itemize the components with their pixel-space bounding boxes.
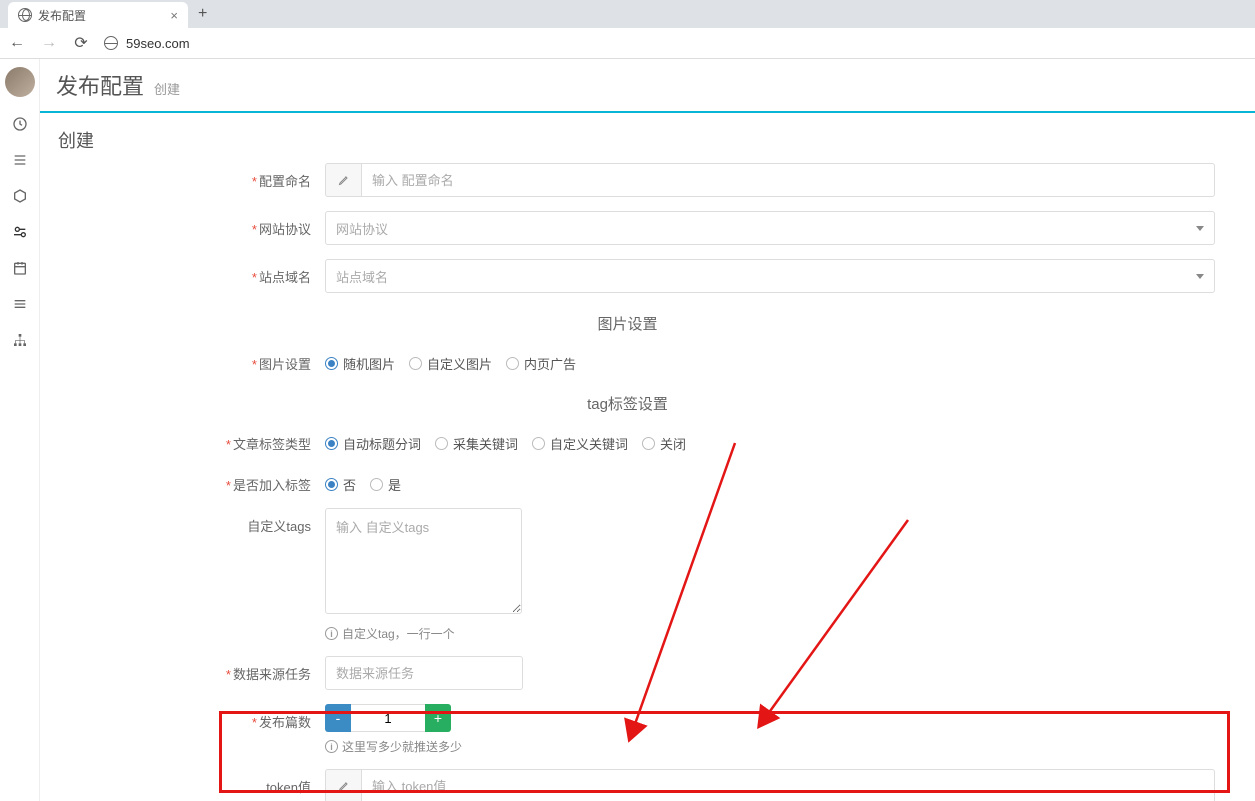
label-site-domain: 站点域名 <box>259 270 311 285</box>
reload-button[interactable]: ⟳ <box>72 33 90 53</box>
browser-tab[interactable]: 发布配置 × <box>8 2 188 28</box>
chevron-down-icon <box>1196 226 1204 231</box>
publish-count-stepper: - + <box>325 704 1215 732</box>
tab-title: 发布配置 <box>38 7 164 24</box>
radio-label: 关闭 <box>660 434 686 453</box>
sidebar <box>0 59 40 801</box>
radio-label: 内页广告 <box>524 354 576 373</box>
radio-label: 是 <box>388 475 401 494</box>
label-token: token值 <box>266 780 311 795</box>
tag-type-option[interactable]: 自定义关键词 <box>532 434 628 453</box>
label-custom-tags: 自定义tags <box>247 519 311 534</box>
info-icon: i <box>325 627 338 640</box>
radio-label: 否 <box>343 475 356 494</box>
new-tab-button[interactable]: + <box>188 5 217 23</box>
decrement-button[interactable]: - <box>325 704 351 732</box>
radio-dot-icon <box>325 357 338 370</box>
site-domain-select[interactable]: 站点域名 <box>325 259 1215 293</box>
info-icon: i <box>325 740 338 753</box>
calendar-icon[interactable] <box>11 259 29 277</box>
page-subtitle: 创建 <box>154 79 180 98</box>
select-placeholder: 站点域名 <box>336 267 388 286</box>
radio-dot-icon <box>506 357 519 370</box>
tag-type-option[interactable]: 关闭 <box>642 434 686 453</box>
label-site-protocol: 网站协议 <box>259 222 311 237</box>
avatar[interactable] <box>5 67 35 97</box>
menu-icon[interactable] <box>11 295 29 313</box>
image-setting-option[interactable]: 自定义图片 <box>409 354 492 373</box>
label-image-setting: 图片设置 <box>259 357 311 372</box>
join-tag-option[interactable]: 是 <box>370 475 401 494</box>
label-publish-count: 发布篇数 <box>259 715 311 730</box>
form-panel: 创建 *配置命名 *网站协议 <box>40 113 1255 801</box>
chevron-down-icon <box>1196 274 1204 279</box>
hexagon-icon[interactable] <box>11 187 29 205</box>
token-input[interactable] <box>361 769 1215 801</box>
radio-dot-icon <box>325 437 338 450</box>
pencil-icon <box>325 163 361 197</box>
radio-dot-icon <box>409 357 422 370</box>
radio-label: 自动标题分词 <box>343 434 421 453</box>
tag-type-radios: 自动标题分词 采集关键词 自定义关键词 关闭 <box>325 426 1215 453</box>
label-data-source: 数据来源任务 <box>233 667 311 682</box>
site-protocol-select[interactable]: 网站协议 <box>325 211 1215 245</box>
radio-dot-icon <box>532 437 545 450</box>
custom-tags-textarea[interactable] <box>325 508 522 614</box>
back-button[interactable]: ← <box>8 34 26 52</box>
select-placeholder: 网站协议 <box>336 219 388 238</box>
tag-type-option[interactable]: 自动标题分词 <box>325 434 421 453</box>
globe-icon <box>18 8 32 22</box>
radio-dot-icon <box>435 437 448 450</box>
image-setting-radios: 随机图片 自定义图片 内页广告 <box>325 346 1215 373</box>
panel-title: 创建 <box>40 113 1255 163</box>
close-icon[interactable]: × <box>170 8 178 23</box>
radio-label: 采集关键词 <box>453 434 518 453</box>
label-config-name: 配置命名 <box>259 174 311 189</box>
data-source-input[interactable] <box>325 656 523 690</box>
url-display[interactable]: 59seo.com <box>104 36 190 51</box>
address-bar: ← → ⟳ 59seo.com <box>0 28 1255 58</box>
page-header: 发布配置 创建 <box>40 59 1255 113</box>
forward-button[interactable]: → <box>40 34 58 52</box>
section-image: 图片设置 <box>40 307 1215 346</box>
tag-type-option[interactable]: 采集关键词 <box>435 434 518 453</box>
label-join-tag: 是否加入标签 <box>233 478 311 493</box>
help-custom-tags: i自定义tag，一行一个 <box>325 625 1215 642</box>
browser-chrome: 发布配置 × + ← → ⟳ 59seo.com <box>0 0 1255 59</box>
globe-icon <box>104 36 118 50</box>
image-setting-option[interactable]: 随机图片 <box>325 354 395 373</box>
join-tag-option[interactable]: 否 <box>325 475 356 494</box>
help-publish-count: i这里写多少就推送多少 <box>325 738 1215 755</box>
radio-label: 随机图片 <box>343 354 395 373</box>
settings-icon[interactable] <box>11 223 29 241</box>
radio-dot-icon <box>370 478 383 491</box>
page-title: 发布配置 <box>56 69 144 101</box>
url-text: 59seo.com <box>126 36 190 51</box>
radio-label: 自定义关键词 <box>550 434 628 453</box>
radio-dot-icon <box>325 478 338 491</box>
label-tag-type: 文章标签类型 <box>233 437 311 452</box>
join-tag-radios: 否是 <box>325 467 1215 494</box>
section-tag: tag标签设置 <box>40 387 1215 426</box>
radio-label: 自定义图片 <box>427 354 492 373</box>
publish-count-input[interactable] <box>351 704 425 732</box>
dashboard-icon[interactable] <box>11 115 29 133</box>
image-setting-option[interactable]: 内页广告 <box>506 354 576 373</box>
sitemap-icon[interactable] <box>11 331 29 349</box>
increment-button[interactable]: + <box>425 704 451 732</box>
pencil-icon <box>325 769 361 801</box>
radio-dot-icon <box>642 437 655 450</box>
list-icon[interactable] <box>11 151 29 169</box>
tab-bar: 发布配置 × + <box>0 0 1255 28</box>
config-name-input[interactable] <box>361 163 1215 197</box>
